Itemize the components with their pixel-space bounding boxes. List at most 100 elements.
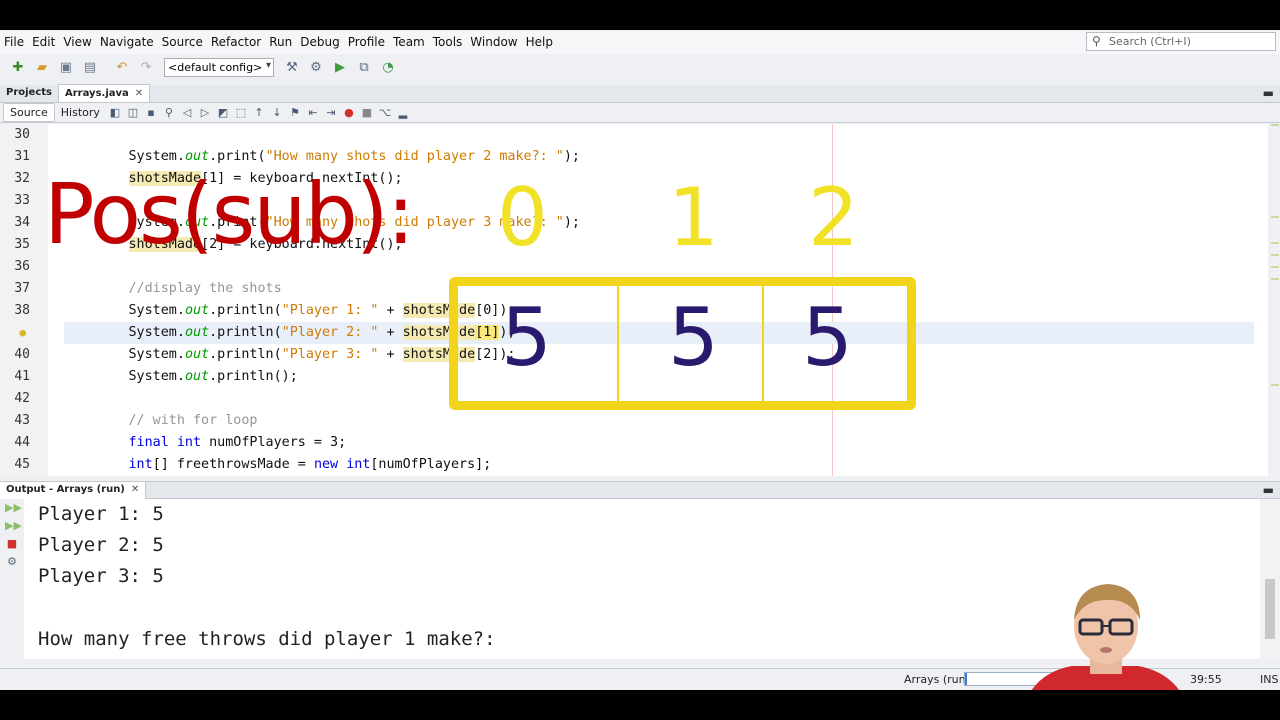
last-edit-icon[interactable]: ◧ bbox=[106, 106, 124, 119]
uncomment-icon[interactable]: ▂ bbox=[394, 106, 412, 119]
tab-output[interactable]: Output - Arrays (run) ✕ bbox=[0, 482, 147, 499]
stripe-mark bbox=[1271, 384, 1279, 386]
output-line: How many free throws did player 1 make?: bbox=[38, 628, 496, 650]
menu-view[interactable]: View bbox=[59, 35, 95, 49]
menu-tools[interactable]: Tools bbox=[429, 35, 467, 49]
chevron-down-icon: ▾ bbox=[265, 59, 271, 71]
debug-icon[interactable]: ⧉ bbox=[354, 57, 374, 77]
menu-debug[interactable]: Debug bbox=[296, 35, 343, 49]
back-icon[interactable]: ◫ bbox=[124, 106, 142, 119]
rect-select-icon[interactable]: ⬚ bbox=[232, 106, 250, 119]
array-cell-value: 5 bbox=[501, 291, 552, 384]
find-icon[interactable]: ⚲ bbox=[160, 106, 178, 119]
search-icon: ⚲ bbox=[1092, 34, 1101, 48]
undo-icon[interactable]: ↶ bbox=[112, 57, 132, 77]
output-line: Player 3: 5 bbox=[38, 565, 164, 587]
new-project-icon[interactable]: ▰ bbox=[32, 57, 52, 77]
tab-projects[interactable]: Projects bbox=[0, 84, 58, 102]
comment-icon[interactable]: ⌥ bbox=[376, 106, 394, 119]
output-scrollbar[interactable] bbox=[1260, 499, 1280, 659]
menu-refactor[interactable]: Refactor bbox=[207, 35, 265, 49]
prev-bookmark-icon[interactable]: ↑ bbox=[250, 106, 268, 119]
rerun-different-icon[interactable]: ▶▶ bbox=[5, 519, 22, 533]
error-stripe bbox=[1268, 124, 1280, 476]
menu-profile[interactable]: Profile bbox=[344, 35, 389, 49]
output-side-toolbar: ▶▶ ▶▶ ■ ⚙ bbox=[0, 499, 24, 659]
menu-file[interactable]: File bbox=[0, 35, 28, 49]
toggle-highlight-icon[interactable]: ◩ bbox=[214, 106, 232, 119]
menu-bar: File Edit View Navigate Source Refactor … bbox=[0, 30, 1280, 54]
code-line: final int numOfPlayers = 3; bbox=[128, 435, 347, 450]
scrollbar-thumb[interactable] bbox=[1265, 579, 1275, 639]
save-all-icon[interactable]: ▤ bbox=[80, 57, 100, 77]
settings-icon[interactable]: ⚙ bbox=[5, 555, 19, 569]
line-number: 40 bbox=[14, 347, 30, 362]
toggle-bookmark-icon[interactable]: ⚑ bbox=[286, 106, 304, 119]
code-line: int[] freethrowsMade = new int[numOfPlay… bbox=[128, 457, 492, 472]
status-running-task[interactable]: Arrays (run) bbox=[904, 673, 970, 686]
menu-help[interactable]: Help bbox=[522, 35, 557, 49]
menu-navigate[interactable]: Navigate bbox=[96, 35, 158, 49]
line-number: 32 bbox=[14, 171, 30, 186]
macro-stop-icon[interactable]: ■ bbox=[358, 106, 376, 119]
output-header: Output - Arrays (run) ✕ ▬ bbox=[0, 481, 1280, 499]
main-toolbar: ✚ ▰ ▣ ▤ ↶ ↷ <default config> ▾ ⚒ ⚙ ▶ ⧉ ◔ bbox=[0, 54, 1280, 80]
rerun-icon[interactable]: ▶▶ bbox=[5, 501, 22, 515]
forward-icon[interactable]: ▪ bbox=[142, 106, 160, 119]
tab-arrays-java-label: Arrays.java bbox=[65, 88, 129, 99]
line-number: ● bbox=[0, 322, 30, 344]
close-icon[interactable]: ✕ bbox=[131, 484, 139, 495]
tab-arrays-java[interactable]: Arrays.java ✕ bbox=[58, 84, 151, 102]
redo-icon[interactable]: ↷ bbox=[136, 57, 156, 77]
hint-bulb-icon[interactable]: ● bbox=[19, 326, 26, 339]
open-project-icon[interactable]: ▣ bbox=[56, 57, 76, 77]
line-number: 42 bbox=[14, 391, 30, 406]
line-number: 36 bbox=[14, 259, 30, 274]
line-number: 37 bbox=[14, 281, 30, 296]
search-placeholder: Search (Ctrl+I) bbox=[1109, 35, 1191, 48]
new-file-icon[interactable]: ✚ bbox=[8, 57, 28, 77]
find-prev-icon[interactable]: ◁ bbox=[178, 106, 196, 119]
search-input[interactable]: ⚲ Search (Ctrl+I) bbox=[1086, 32, 1276, 51]
menu-window[interactable]: Window bbox=[466, 35, 521, 49]
presenter-webcam bbox=[1031, 584, 1180, 690]
stripe-mark bbox=[1271, 266, 1279, 268]
document-tabs: Projects Arrays.java ✕ ▬ bbox=[0, 84, 1280, 103]
minimize-icon[interactable]: ▬ bbox=[1263, 86, 1274, 100]
index-label: 0 bbox=[497, 171, 548, 264]
tab-history[interactable]: History bbox=[55, 104, 106, 121]
line-number: 34 bbox=[14, 215, 30, 230]
minimize-icon[interactable]: ▬ bbox=[1263, 483, 1274, 497]
line-number: 41 bbox=[14, 369, 30, 384]
stripe-mark bbox=[1271, 254, 1279, 256]
profile-icon[interactable]: ◔ bbox=[378, 57, 398, 77]
next-bookmark-icon[interactable]: ↓ bbox=[268, 106, 286, 119]
find-next-icon[interactable]: ▷ bbox=[196, 106, 214, 119]
menu-source[interactable]: Source bbox=[158, 35, 207, 49]
line-number: 44 bbox=[14, 435, 30, 450]
stop-icon[interactable]: ■ bbox=[5, 537, 19, 551]
macro-record-icon[interactable]: ● bbox=[340, 106, 358, 119]
run-icon[interactable]: ▶ bbox=[330, 57, 350, 77]
menu-edit[interactable]: Edit bbox=[28, 35, 59, 49]
array-cell-value: 5 bbox=[668, 291, 719, 384]
build-icon[interactable]: ⚒ bbox=[282, 57, 302, 77]
tab-source[interactable]: Source bbox=[3, 103, 55, 122]
output-line: Player 2: 5 bbox=[38, 534, 164, 556]
stripe-mark bbox=[1271, 242, 1279, 244]
shift-left-icon[interactable]: ⇤ bbox=[304, 106, 322, 119]
position-label-annotation: Pos(sub): bbox=[44, 165, 415, 263]
shift-right-icon[interactable]: ⇥ bbox=[322, 106, 340, 119]
close-icon[interactable]: ✕ bbox=[135, 88, 143, 99]
menu-team[interactable]: Team bbox=[389, 35, 429, 49]
index-label: 1 bbox=[668, 171, 719, 264]
index-label: 2 bbox=[808, 171, 859, 264]
line-number: 45 bbox=[14, 457, 30, 472]
clean-build-icon[interactable]: ⚙ bbox=[306, 57, 326, 77]
config-select[interactable]: <default config> ▾ bbox=[164, 57, 274, 77]
array-cell-value: 5 bbox=[802, 291, 853, 384]
line-number: 43 bbox=[14, 413, 30, 428]
editor-toolbar: Source History ◧ ◫ ▪ ⚲ ◁ ▷ ◩ ⬚ ↑ ↓ ⚑ ⇤ ⇥… bbox=[0, 103, 1280, 123]
menu-run[interactable]: Run bbox=[265, 35, 296, 49]
output-tab-label: Output - Arrays (run) bbox=[6, 484, 125, 495]
